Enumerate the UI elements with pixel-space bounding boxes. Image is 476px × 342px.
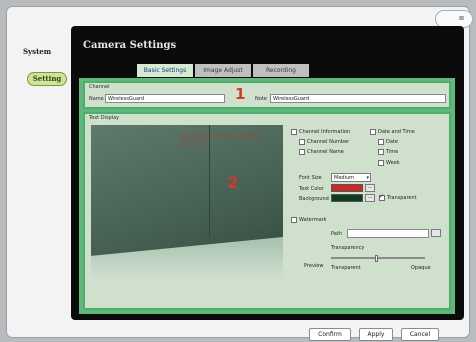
watermark-checkbox[interactable] [291,217,297,223]
date-and-time-label: Date and Time [378,129,415,135]
settings-window: ⊠ System Setting Camera Settings Basic S… [6,6,473,341]
background-color-picker-button[interactable]: ... [365,194,375,202]
background-color-swatch [331,194,363,202]
cancel-button[interactable]: Cancel [401,328,439,341]
slider-min-label: Transparent [331,265,361,271]
annotation-marker-2: 2 [227,173,239,192]
time-label: Time [386,149,399,155]
slider-max-label: Opaque [411,265,431,271]
name-label: Name [89,96,104,102]
page-title: Camera Settings [83,40,177,51]
week-checkbox[interactable] [378,160,384,166]
settings-tabs: Basic Settings Image Adjust Recording [137,64,311,77]
background-label: Background [299,196,329,202]
font-size-select[interactable]: Medium ▾ [331,173,371,182]
name-field[interactable]: WirelessGuard [105,94,225,103]
week-label: Week [386,160,400,166]
channel-group: Channel Name WirelessGuard 1 Note Wirele… [83,81,451,109]
osd-overlay-text: WirelessGuard 2011/08/15 10:22:33 [179,133,259,147]
annotation-marker-1: 1 [235,85,246,103]
transparency-label: Transparency [331,245,365,251]
font-size-value: Medium [334,175,354,181]
apply-button[interactable]: Apply [359,328,393,341]
preview-label: Preview [304,263,324,269]
channel-information-checkbox[interactable] [291,129,297,135]
channel-number-label: Channel Number [307,139,350,145]
channel-number-checkbox[interactable] [299,139,305,145]
transparent-label: Transparent [387,195,417,201]
note-label: Note [255,96,267,102]
nav-setting[interactable]: Setting [27,72,67,86]
nav-system[interactable]: System [23,47,67,56]
text-color-picker-button[interactable]: ... [365,184,375,192]
date-label: Date [386,139,398,145]
tab-basic-settings[interactable]: Basic Settings [137,64,193,77]
note-field[interactable]: WirelessGuard [270,94,446,103]
transparent-checkbox[interactable] [379,193,385,201]
tab-recording[interactable]: Recording [253,64,309,77]
confirm-button[interactable]: Confirm [309,328,351,341]
channel-name-checkbox[interactable] [299,149,305,155]
floor-area [91,237,283,279]
text-color-swatch [331,184,363,192]
camera-settings-panel: Camera Settings Basic Settings Image Adj… [71,26,464,320]
left-nav: System Setting [23,47,67,86]
chevron-down-icon: ▾ [366,175,369,181]
date-and-time-checkbox[interactable] [370,129,376,135]
path-browse-button[interactable] [431,229,441,237]
text-color-label: Text Color [299,186,324,192]
path-label: Path [331,231,342,237]
settings-content: Channel Name WirelessGuard 1 Note Wirele… [79,78,455,314]
text-display-group: Text Display WirelessGuard 2011/08/15 10… [83,112,451,310]
path-field[interactable] [347,229,429,238]
channel-legend: Channel [89,84,110,90]
watermark-label: Watermark [299,217,327,223]
tab-image-adjust[interactable]: Image Adjust [195,64,251,77]
font-size-label: Font Size [299,175,322,181]
transparency-slider-thumb[interactable] [375,255,378,262]
text-display-legend: Text Display [89,115,120,121]
time-checkbox[interactable] [378,149,384,155]
transparency-slider-track[interactable] [331,257,425,259]
close-icon: ⊠ [458,15,464,22]
channel-name-label: Channel Name [307,149,344,155]
camera-preview[interactable]: WirelessGuard 2011/08/15 10:22:33 2 [91,125,283,279]
date-checkbox[interactable] [378,139,384,145]
channel-information-label: Channel Information [299,129,351,135]
